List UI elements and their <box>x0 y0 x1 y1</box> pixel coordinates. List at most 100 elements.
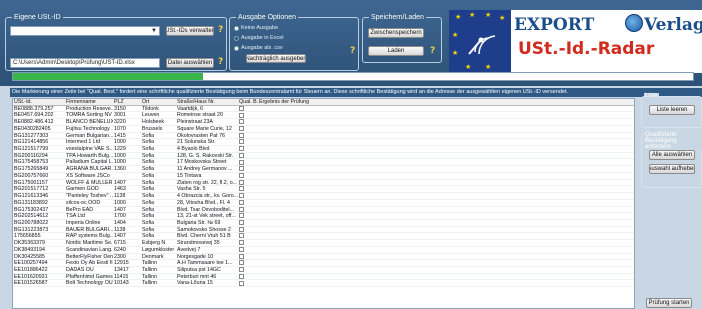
table-row[interactable]: EE101620931 Pfaffenhimd Games... 11415 Tall… <box>13 274 634 281</box>
qualified-checkbox[interactable] <box>239 159 244 165</box>
file-path-field[interactable]: C:\Users\Admin\Desktop\Prüfung\UST-ID.xl… <box>10 58 160 68</box>
table-row[interactable]: BG121517799 voestalpine VAE S... 1229 Sofia… <box>13 146 634 153</box>
table-row[interactable]: EE101886422 DADAS OÜ 13417 Tallinn Siliputsa… <box>13 267 634 274</box>
table-row[interactable]: BG121613346 "Panteley Toshev" ... 1138 Sofi… <box>13 193 634 200</box>
qualified-checkbox[interactable] <box>239 173 244 178</box>
save-button[interactable]: Zwischenspeichern <box>368 28 424 38</box>
table-row[interactable]: BG131223873 BAUER BULGARI... 1138 Sofia Samo… <box>13 227 634 234</box>
output-radio-none[interactable]: Keine Ausgabe <box>234 25 278 31</box>
table-row[interactable]: BG200757660 XS Software JSCo Sofia 15 Tinta… <box>13 173 634 180</box>
table-row[interactable]: BG175302437 BePro EAD 1407 Sofia Blvd. Tsar … <box>13 207 634 214</box>
table-row[interactable]: BG175458753 Palladium Capital L... 1000 Sof… <box>13 159 634 167</box>
own-id-dropdown[interactable]: ▼ <box>10 26 160 36</box>
column-header[interactable]: Ergebnis der Prüfung <box>258 99 634 105</box>
qualified-checkbox-cell <box>238 273 258 280</box>
load-button[interactable]: Laden <box>368 46 424 56</box>
table-row[interactable]: BG200788022 Imperia Online 1404 Sofia Bulgar… <box>13 220 634 227</box>
qualified-checkbox[interactable] <box>239 226 244 232</box>
table-row[interactable]: DK30425585 BetterFlyFisher Den... 2300 Denm… <box>13 254 634 261</box>
table-row[interactable]: BG200116294 TPA Howarth Bulg... 1000 Sofia 1… <box>13 153 634 160</box>
table-row[interactable]: BG131183892 silcos-oc OOD 1000 Sofia 28, Vit… <box>13 200 634 207</box>
table-cell: 1138 <box>114 193 126 199</box>
help-icon[interactable]: ? <box>350 46 355 56</box>
start-check-button[interactable]: Prüfung starten <box>646 298 692 308</box>
help-icon[interactable]: ? <box>218 57 223 67</box>
column-header[interactable]: USt.-Id. <box>13 99 65 105</box>
qualified-checkbox[interactable] <box>239 139 244 145</box>
qualified-checkbox[interactable] <box>239 199 244 205</box>
table-cell: BE0457.694.202 <box>14 112 54 119</box>
ustid-table[interactable]: USt.-Id. Firmenname PLZ Ort Straße/Haus … <box>12 98 635 309</box>
qualified-checkbox[interactable] <box>239 166 244 172</box>
save-load-group: Speichern/Laden Zwischenspeichern Laden … <box>362 14 442 63</box>
table-cell: Okolovrasten Pat 76 <box>177 132 225 139</box>
qualified-checkbox[interactable] <box>239 125 244 131</box>
table-row[interactable]: BG121414856 Intermed 1 Ltd 1000 Sofia 21 Sol… <box>13 139 634 147</box>
column-header[interactable]: PLZ <box>113 99 141 105</box>
result-cell <box>258 112 634 118</box>
table-row[interactable]: BE0882.486.412 BLANCO BENELUX...3220 Holsb… <box>13 119 634 126</box>
qualified-checkbox[interactable] <box>239 132 244 138</box>
column-header[interactable]: Qual. B. <box>238 99 258 105</box>
qualified-checkbox[interactable] <box>239 246 244 252</box>
qualified-checkbox[interactable] <box>239 152 244 158</box>
table-cell: 6240 <box>114 246 126 253</box>
table-cell: Sofia <box>142 213 155 219</box>
qualified-checkbox[interactable] <box>239 253 244 259</box>
column-header[interactable]: Ort <box>141 99 176 105</box>
qualified-checkbox[interactable] <box>239 267 244 273</box>
table-row[interactable]: EE101526587 Bolt Technology OÜ 10143 Tallin… <box>13 280 634 288</box>
qualified-checkbox-cell <box>238 173 258 179</box>
select-all-button[interactable]: Alle auswählen <box>649 150 695 160</box>
qualified-checkbox[interactable] <box>239 193 244 199</box>
file-select-button[interactable]: Datei auswählen <box>166 58 214 68</box>
qualified-checkbox[interactable] <box>239 105 244 111</box>
qualified-checkbox[interactable] <box>239 186 244 192</box>
table-row[interactable]: BE0430282405 Fujitsu Technology ... 1070 Br… <box>13 126 634 133</box>
qualified-checkbox[interactable] <box>239 280 244 286</box>
table-cell: Brussels <box>142 125 163 132</box>
output-later-button[interactable]: Nachträglich ausgeben <box>246 54 306 63</box>
table-row[interactable]: BG175001157 WOLFF & MULLER... 1407 Sofia Zla… <box>13 180 634 187</box>
qualified-checkbox[interactable] <box>239 220 244 226</box>
help-icon[interactable]: ? <box>430 46 435 56</box>
qualified-checkbox[interactable] <box>239 273 244 279</box>
table-row[interactable]: BG202514612 TSA Ltd 1700 Sofia 13, 21-st Vek… <box>13 213 634 220</box>
qualified-checkbox[interactable] <box>239 179 244 185</box>
output-radio-excel[interactable]: Ausgabe in Excel <box>234 35 284 41</box>
table-row[interactable]: DK35363379 Nordic Maritime Se... 6715 Esbje… <box>13 240 634 247</box>
table-row[interactable]: BE0457.694.202 TOMRA Sorting NV 3001 Leuven… <box>13 112 634 120</box>
table-cell: BG175001157 <box>14 179 48 186</box>
qualified-checkbox[interactable] <box>239 112 244 118</box>
table-cell: voestalpine VAE S... <box>66 146 113 152</box>
qualified-checkbox[interactable] <box>239 119 244 125</box>
qualified-checkbox[interactable] <box>239 206 244 212</box>
qualified-checkbox[interactable] <box>239 233 244 239</box>
qualified-checkbox-cell <box>238 125 258 132</box>
column-header[interactable]: Straße/Haus Nr. <box>176 99 238 105</box>
table-row[interactable]: BG131277303 German Bulgarian... 1415 Sofia O… <box>13 133 634 140</box>
table-row[interactable]: BE0888.379.257 Production Reseve... 3150 Ti… <box>13 106 634 113</box>
table-row[interactable]: DK38493194 Scandinavian Lang... 6240 Løgumk… <box>13 247 634 254</box>
column-header[interactable]: Firmenname <box>65 99 113 105</box>
help-icon[interactable]: ? <box>218 25 223 35</box>
table-row[interactable]: EE100257494 Fexto Oy Ab Eesti fi... 12915 T… <box>13 260 634 267</box>
list-clear-button[interactable]: Liste leeren <box>649 105 695 115</box>
deselect-all-button[interactable]: Auswahl aufheben <box>649 164 695 174</box>
table-row[interactable]: 175656855 RAP systems Bulg... 1407 Sofia Blv… <box>13 233 634 241</box>
manage-ids-button[interactable]: USt.-IDs verwalten <box>166 26 214 36</box>
qualified-checkbox[interactable] <box>239 213 244 219</box>
result-cell <box>258 254 634 260</box>
qualified-checkbox-cell <box>238 280 258 286</box>
table-cell: BE0882.486.412 <box>14 119 54 125</box>
output-radio-csv[interactable]: Ausgabe als .csv <box>234 45 283 51</box>
result-cell <box>258 159 634 165</box>
qualified-checkbox[interactable] <box>239 260 244 266</box>
qualified-checkbox[interactable] <box>239 146 244 152</box>
table-row[interactable]: BG175265849 AGRANA BULGAR... 1360 Sofia 11 A… <box>13 166 634 173</box>
result-cell <box>258 186 634 192</box>
qualified-checkbox[interactable] <box>239 240 244 246</box>
table-cell: 1700 <box>114 213 126 219</box>
table-row[interactable]: BG201517712 Garmen GOD 1463 Sofia Vasha Str.… <box>13 186 634 194</box>
qualified-checkbox-cell <box>238 112 258 118</box>
